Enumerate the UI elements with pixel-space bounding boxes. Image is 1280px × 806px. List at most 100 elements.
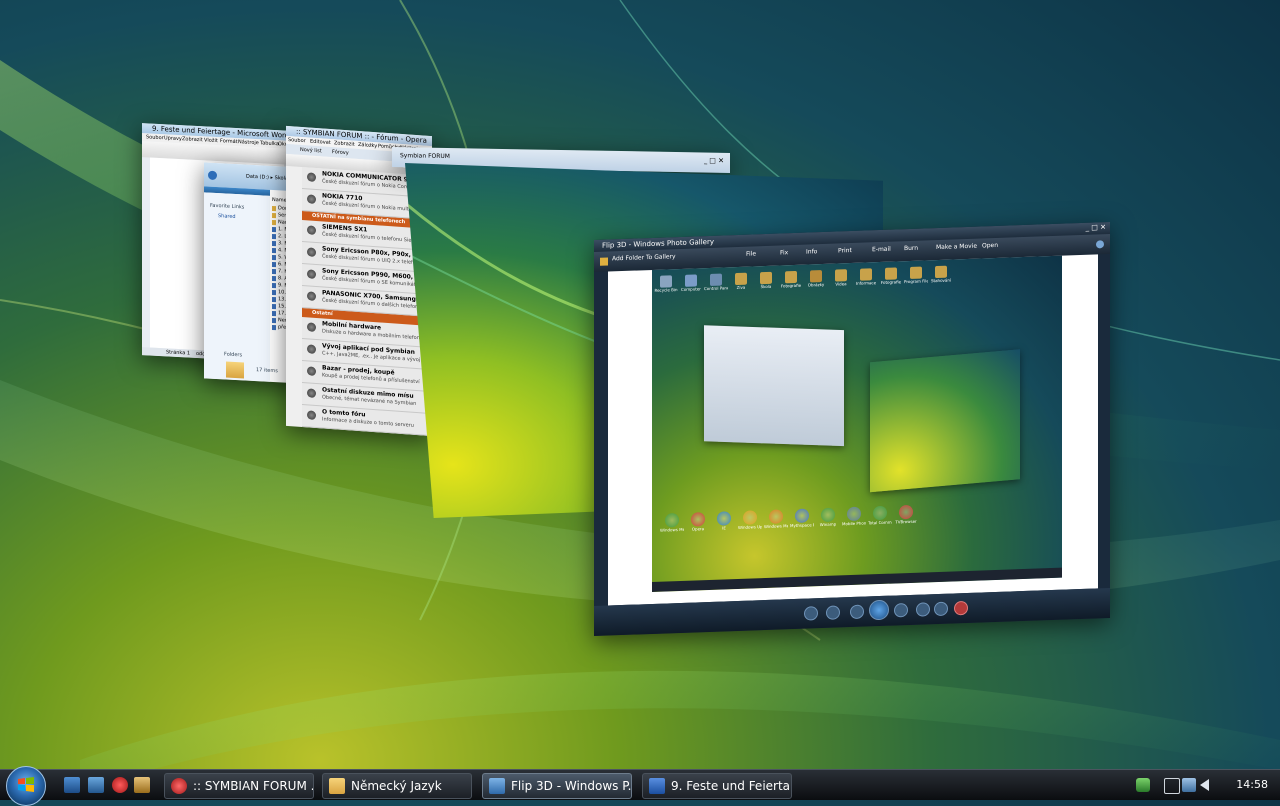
nested-desktop-icon: Program Files bbox=[904, 266, 928, 284]
nested-dock-icon: TVBrowser bbox=[894, 504, 918, 525]
nested-dock-icon: Winamp bbox=[816, 507, 840, 527]
nested-icon-label: Opera bbox=[691, 526, 705, 532]
favorites-item[interactable]: Shared bbox=[218, 213, 236, 220]
forum-status-icon bbox=[307, 247, 316, 257]
switch-windows-icon[interactable] bbox=[88, 777, 104, 793]
slideshow-icon[interactable] bbox=[869, 599, 889, 621]
clock[interactable]: 14:58 bbox=[1236, 778, 1268, 791]
back-icon[interactable] bbox=[208, 170, 217, 181]
app-icon bbox=[821, 507, 835, 523]
photo-gallery-window[interactable]: Flip 3D - Windows Photo Gallery _ □ ✕ Ad… bbox=[594, 221, 1110, 636]
folder-icon bbox=[810, 270, 822, 283]
explorer-path[interactable]: Data (D:) ▸ Škola bbox=[246, 174, 288, 182]
burn-button[interactable]: Burn bbox=[904, 245, 918, 252]
taskbar-button-word[interactable]: 9. Feste und Feierta... bbox=[642, 773, 792, 799]
nested-desktop-icon: Control Panel bbox=[704, 273, 728, 291]
folder-icon bbox=[710, 273, 722, 286]
column-name-header[interactable]: Name bbox=[272, 197, 287, 204]
rotate-ccw-icon[interactable] bbox=[916, 602, 930, 617]
rotate-cw-icon[interactable] bbox=[934, 601, 948, 617]
taskbar-button-photo-gallery[interactable]: Flip 3D - Windows P... bbox=[482, 773, 632, 799]
folder-icon bbox=[272, 219, 276, 226]
display-icon[interactable] bbox=[1182, 778, 1196, 792]
taskbar-button-explorer[interactable]: Německý Jazyk bbox=[322, 773, 472, 799]
nested-icon-label: Windows Update bbox=[738, 524, 762, 530]
folder-icon bbox=[760, 271, 772, 285]
make-movie-button[interactable]: Make a Movie bbox=[936, 243, 977, 251]
word-menu-item[interactable]: Soubor bbox=[146, 134, 164, 141]
document-icon bbox=[272, 240, 276, 247]
document-icon bbox=[272, 282, 276, 289]
app-icon bbox=[769, 509, 783, 524]
gallery-caption-buttons[interactable]: _ □ ✕ bbox=[1086, 223, 1106, 232]
word-menu-item[interactable]: Tabulka bbox=[260, 140, 279, 147]
folders-label[interactable]: Folders bbox=[224, 351, 242, 358]
volume-icon[interactable] bbox=[1200, 779, 1209, 791]
opera-menu-item[interactable]: Soubor bbox=[288, 137, 306, 144]
document-icon bbox=[272, 303, 276, 310]
nested-icon-label: Ziva bbox=[736, 284, 746, 291]
nested-icon-label: IE bbox=[722, 525, 726, 531]
nested-desktop-icon: Škola bbox=[754, 271, 778, 290]
add-folder-icon bbox=[600, 257, 608, 266]
nested-desktop-icon: Ziva bbox=[729, 272, 753, 290]
opera-icon[interactable] bbox=[112, 777, 128, 793]
nested-icon-label: Program Files bbox=[904, 278, 928, 285]
nested-icon-label: Škola bbox=[760, 283, 772, 290]
nested-desktop-icon: Obrázky bbox=[804, 270, 828, 288]
next-icon[interactable] bbox=[894, 603, 908, 618]
forum-status-icon bbox=[307, 269, 316, 279]
opera-icon bbox=[171, 778, 187, 794]
print-button[interactable]: Print bbox=[838, 247, 852, 254]
document-icon bbox=[272, 310, 276, 317]
taskbar-button-label: :: SYMBIAN FORUM ... bbox=[193, 779, 314, 793]
zoom-icon[interactable] bbox=[804, 606, 818, 621]
help-icon[interactable] bbox=[1096, 240, 1104, 249]
document-icon bbox=[272, 254, 276, 261]
word-menu-item[interactable]: Zobrazit bbox=[182, 136, 203, 143]
file-menu-button[interactable]: File bbox=[746, 250, 756, 257]
folder-icon bbox=[329, 778, 345, 794]
folder-icon bbox=[660, 275, 672, 288]
windows-logo-icon bbox=[18, 777, 34, 792]
previous-icon[interactable] bbox=[850, 604, 864, 620]
status-item-count: 17 items bbox=[256, 367, 278, 375]
delete-icon[interactable] bbox=[954, 600, 968, 616]
gallery-image-viewer[interactable]: Recycle Bin Computer Control Panel Ziva Škol… bbox=[608, 254, 1098, 606]
forum-status-icon bbox=[307, 410, 316, 420]
opera-tab[interactable]: Nový list bbox=[300, 147, 322, 155]
media-icon[interactable] bbox=[134, 777, 150, 793]
nested-icon-label: Total Commander bbox=[868, 519, 892, 526]
document-icon bbox=[272, 289, 276, 296]
word-menu-item[interactable]: Nástroje bbox=[238, 139, 259, 146]
folder-icon bbox=[785, 270, 797, 284]
nested-icon-label: Windows Media Player bbox=[764, 523, 788, 530]
folder-icon bbox=[272, 212, 276, 219]
start-button[interactable] bbox=[6, 766, 46, 806]
email-button[interactable]: E-mail bbox=[872, 246, 891, 254]
preview-caption-buttons[interactable]: _ □ ✕ bbox=[704, 156, 724, 164]
safely-remove-icon[interactable] bbox=[1164, 778, 1180, 794]
show-desktop-icon[interactable] bbox=[64, 777, 80, 793]
nested-wallpaper-window bbox=[870, 349, 1020, 493]
fit-window-icon[interactable] bbox=[826, 605, 840, 620]
info-button[interactable]: Info bbox=[806, 248, 817, 255]
forum-status-icon bbox=[307, 225, 316, 235]
nested-icon-label: Informace bbox=[855, 280, 877, 286]
forum-status-icon bbox=[307, 194, 316, 204]
network-status-icon[interactable] bbox=[1136, 778, 1150, 792]
system-tray: 14:58 bbox=[1130, 770, 1280, 800]
photo-gallery-icon bbox=[489, 778, 505, 794]
nested-icon-label: Windows Media Center bbox=[660, 526, 684, 533]
open-button[interactable]: Open bbox=[982, 242, 998, 250]
forum-title[interactable]: Interní záležitosti bbox=[322, 430, 382, 436]
word-page-label: Stránka 1 bbox=[166, 349, 191, 357]
opera-tab[interactable]: Fórovy bbox=[332, 149, 349, 156]
taskbar-button-opera[interactable]: :: SYMBIAN FORUM ... bbox=[164, 773, 314, 799]
fix-button[interactable]: Fix bbox=[780, 249, 788, 256]
word-menu-item[interactable]: Úpravy bbox=[164, 135, 182, 142]
word-menu-item[interactable]: Vložit bbox=[204, 137, 218, 144]
word-menu-item[interactable]: Formát bbox=[220, 138, 238, 145]
add-folder-button[interactable]: Add Folder To Gallery bbox=[612, 253, 676, 262]
app-icon bbox=[899, 504, 913, 520]
